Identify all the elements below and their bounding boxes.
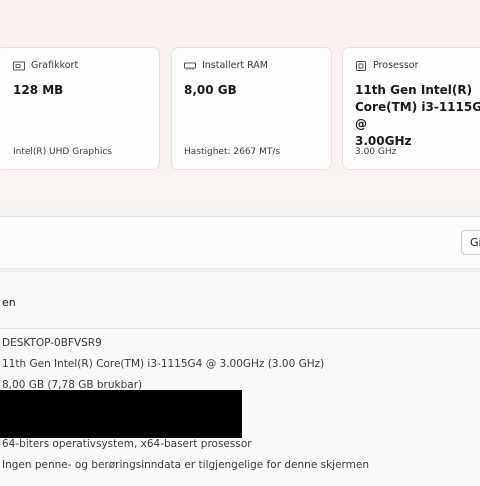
action-button[interactable]: Gi (461, 230, 480, 255)
graphics-card: Grafikkort 128 MB Intel(R) UHD Graphics (0, 47, 160, 170)
specs-section-title: en (2, 296, 16, 309)
processor-card: Prosessor 11th Gen Intel(R) Core(TM) i3-… (342, 47, 480, 170)
specs-divider (0, 328, 480, 329)
action-bar: Gi (0, 216, 480, 269)
spec-device-name: DESKTOP-0BFVSR9 (2, 337, 102, 349)
graphics-card-icon (13, 61, 25, 70)
ram-card-sub: Hastighet: 2667 MT/s (184, 147, 281, 157)
graphics-card-value: 128 MB (13, 83, 64, 97)
processor-card-label: Prosessor (373, 60, 419, 71)
graphics-card-label: Grafikkort (31, 60, 79, 71)
redaction-block (0, 390, 242, 438)
ram-card-value: 8,00 GB (184, 83, 237, 97)
graphics-card-sub: Intel(R) UHD Graphics (13, 147, 112, 157)
processor-icon (356, 60, 366, 71)
ram-card: Installert RAM 8,00 GB Hastighet: 2667 M… (171, 47, 332, 170)
processor-card-sub: 3.00 GHz (355, 147, 397, 157)
spec-system-type: 64-biters operativsystem, x64-basert pro… (2, 438, 252, 450)
spec-pen-touch: Ingen penne- og berøringsinndata er tilg… (2, 459, 370, 471)
processor-card-value: 11th Gen Intel(R) Core(TM) i3-1115G4 @ 3… (355, 83, 480, 148)
ram-card-label: Installert RAM (202, 60, 269, 71)
spec-processor: 11th Gen Intel(R) Core(TM) i3-1115G4 @ 3… (2, 358, 325, 370)
ram-icon (184, 62, 196, 70)
